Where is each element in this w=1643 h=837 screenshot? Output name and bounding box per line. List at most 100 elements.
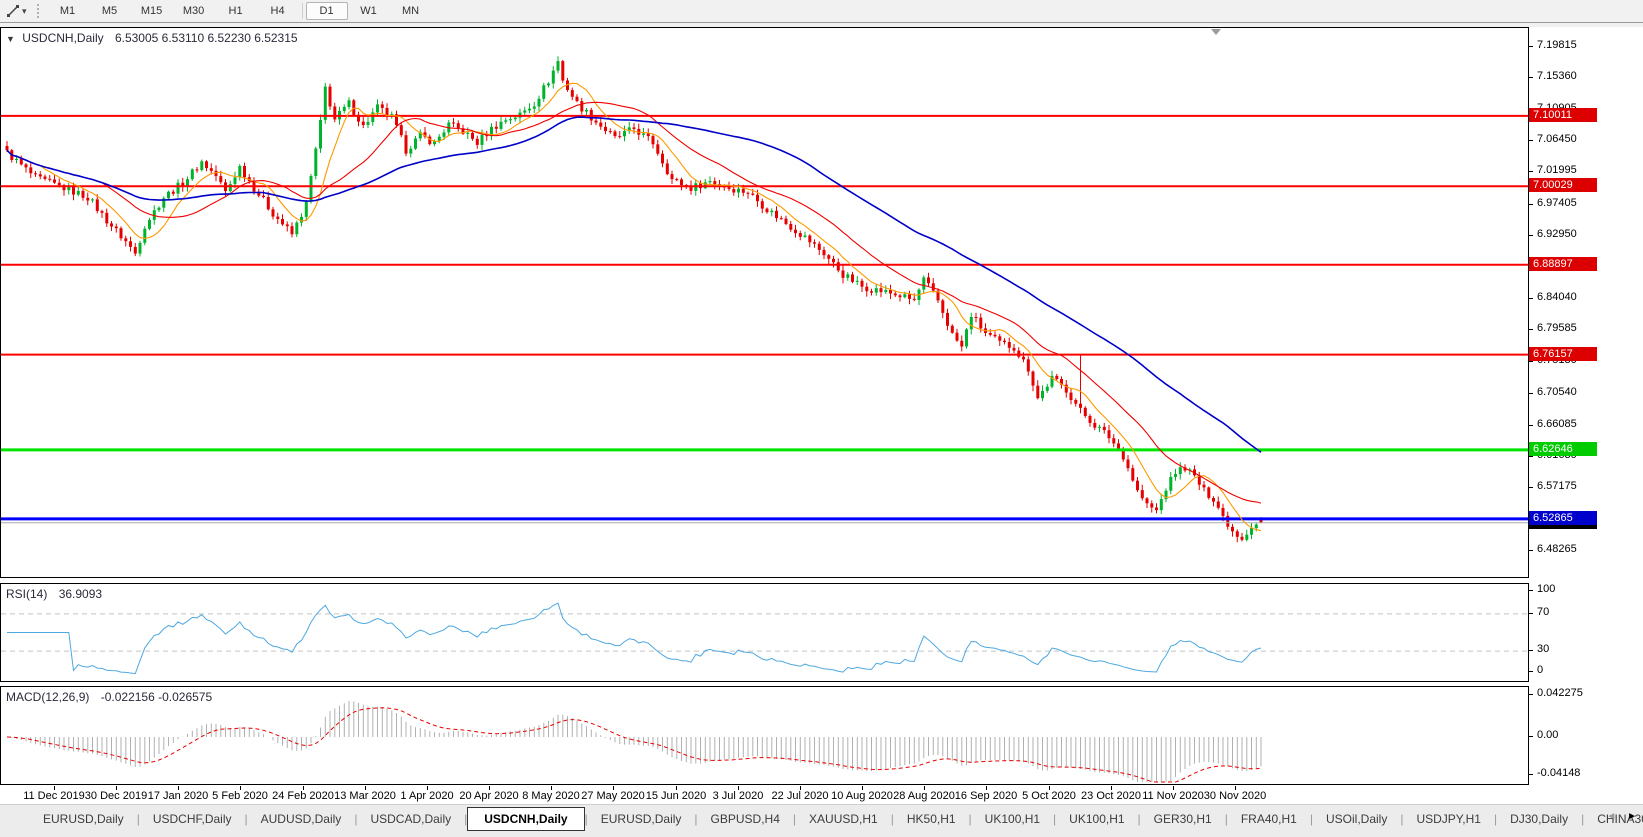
symbol-tab-usdcnh-daily[interactable]: USDCNH,Daily [467,807,584,831]
date-label: 30 Nov 2020 [1204,790,1266,802]
symbol-tab-usdcad-daily[interactable]: USDCAD,Daily [357,808,464,830]
date-label: 17 Jan 2020 [148,790,209,802]
timeframe-button-m1[interactable]: M1 [47,2,89,20]
date-label: 11 Dec 2019 [23,790,85,802]
tab-scroll-right-icon[interactable]: ► [1627,811,1637,822]
crosshair-tool-glyph [6,4,20,18]
macd-title: MACD(12,26,9) -0.022156 -0.026575 [6,690,212,704]
axis-tick-label: 0 [1537,664,1543,676]
axis-tick-label: 0.042275 [1537,687,1583,699]
axis-tick-label: 70 [1537,606,1549,618]
timeframe-button-w1[interactable]: W1 [348,2,390,20]
axis-tick-label: 7.01995 [1537,164,1577,176]
chart-symbol-timeframe: USDCNH,Daily [22,31,103,45]
date-label: 16 Sep 2020 [955,790,1017,802]
mt4-window: ▾ M1M5M15M30H1H4 D1W1MN ▼ USDCNH,Daily 6.… [0,0,1643,837]
ma-line-55 [7,117,1261,452]
timeframe-button-d1[interactable]: D1 [306,2,348,20]
axis-tick-mark [1529,774,1533,775]
price-level-badge: 7.00029 [1529,178,1597,192]
ma-line-21 [7,102,1261,503]
price-level-badge: 6.88897 [1529,257,1597,271]
timeframe-button-h4[interactable]: H4 [257,2,299,20]
axis-tick-mark [1529,46,1533,47]
chart-tab-bar: EURUSD,Daily|USDCHF,Daily|AUDUSD,Daily|U… [0,804,1643,837]
candles-layer [6,56,1263,542]
axis-tick-label: 30 [1537,643,1549,655]
symbol-tab-fra40-h1[interactable]: FRA40,H1 [1228,808,1310,830]
axis-tick-label: 6.97405 [1537,197,1577,209]
axis-tick-mark [1529,235,1533,236]
symbol-tab-eurusd-daily[interactable]: EURUSD,Daily [30,808,137,830]
symbol-tab-gbpusd-h4[interactable]: GBPUSD,H4 [698,808,793,830]
crosshair-tool-icon[interactable] [4,3,22,19]
axis-tick-mark [1529,487,1533,488]
axis-tick-mark [1529,550,1533,551]
axis-tick-mark [1529,204,1533,205]
timeframe-button-m15[interactable]: M15 [131,2,173,20]
chart-context-arrow-icon[interactable]: ▼ [6,34,15,44]
ma-line-8 [7,83,1261,530]
chart-shift-marker[interactable] [1211,29,1221,35]
axis-tick-label: 6.66085 [1537,418,1577,430]
timeframe-button-h1[interactable]: H1 [215,2,257,20]
date-label: 11 Nov 2020 [1142,790,1204,802]
timeframe-buttons: M1M5M15M30H1H4 D1W1MN [47,0,432,22]
symbol-tab-usoil-daily[interactable]: USOil,Daily [1313,808,1400,830]
symbol-tab-uk100-h1[interactable]: UK100,H1 [972,808,1053,830]
date-label: 8 May 2020 [522,790,579,802]
axis-tick-mark [1529,671,1533,672]
macd-panel[interactable]: MACD(12,26,9) -0.022156 -0.026575 [0,686,1529,785]
date-label: 3 Jul 2020 [713,790,764,802]
date-label: 1 Apr 2020 [400,790,453,802]
time-axis[interactable]: 11 Dec 201930 Dec 201917 Jan 20205 Feb 2… [0,786,1643,804]
chart-tabs: EURUSD,Daily|USDCHF,Daily|AUDUSD,Daily|U… [0,807,1643,831]
axis-tick-mark [1529,694,1533,695]
symbol-tab-ger30-h1[interactable]: GER30,H1 [1141,808,1225,830]
price-level-badge: 7.10011 [1529,108,1597,122]
symbol-tab-uk100-h1[interactable]: UK100,H1 [1056,808,1137,830]
date-label: 27 May 2020 [581,790,645,802]
symbol-tab-hk50-h1[interactable]: HK50,H1 [894,808,969,830]
price-chart-panel[interactable]: ▼ USDCNH,Daily 6.53005 6.53110 6.52230 6… [0,27,1529,578]
symbol-tab-usdchf-daily[interactable]: USDCHF,Daily [140,808,245,830]
symbol-tab-audusd-daily[interactable]: AUDUSD,Daily [248,808,355,830]
symbol-tab-eurusd-daily[interactable]: EURUSD,Daily [588,808,695,830]
macd-signal-line [7,708,1261,782]
price-chart-canvas[interactable] [1,28,1528,577]
chevron-down-icon[interactable]: ▾ [22,6,27,17]
axis-tick-mark [1529,77,1533,78]
symbol-tab-xauusd-h1[interactable]: XAUUSD,H1 [796,808,891,830]
axis-tick-mark [1529,613,1533,614]
timeframe-button-m30[interactable]: M30 [173,2,215,20]
top-toolbar: ▾ M1M5M15M30H1H4 D1W1MN [0,0,1643,23]
toolbar-separator [302,3,303,19]
rsi-axis[interactable]: 100 70 30 0 [1529,583,1643,682]
price-level-badge: 6.52865 [1529,511,1597,525]
symbol-tab-usdjpy-h1[interactable]: USDJPY,H1 [1403,808,1493,830]
date-label: 22 Jul 2020 [772,790,829,802]
axis-tick-label: 6.48265 [1537,543,1577,555]
rsi-label: RSI(14) [6,587,47,601]
chart-title: ▼ USDCNH,Daily 6.53005 6.53110 6.52230 6… [6,31,298,45]
toolbar-grip[interactable] [37,4,39,18]
price-axis[interactable]: 7.198157.153607.109057.064507.019956.974… [1529,27,1643,578]
axis-tick-mark [1529,393,1533,394]
date-label: 24 Feb 2020 [272,790,334,802]
macd-values: -0.022156 -0.026575 [101,690,212,704]
axis-tick-label: 100 [1537,583,1555,595]
chart-ohlc-values: 6.53005 6.53110 6.52230 6.52315 [115,31,298,45]
rsi-panel[interactable]: RSI(14) 36.9093 [0,583,1529,682]
timeframe-button-mn[interactable]: MN [390,2,432,20]
date-label: 28 Aug 2020 [893,790,955,802]
axis-tick-label: 0.00 [1537,729,1558,741]
tab-scroll-left-icon[interactable]: ◄ [1606,811,1616,822]
timeframe-button-m5[interactable]: M5 [89,2,131,20]
axis-tick-label: 6.92950 [1537,228,1577,240]
macd-axis[interactable]: 0.0422750.00-0.04148 [1529,686,1643,785]
macd-label: MACD(12,26,9) [6,690,89,704]
symbol-tab-dj30-daily[interactable]: DJ30,Daily [1497,808,1581,830]
macd-canvas[interactable] [1,687,1528,784]
rsi-canvas[interactable] [1,584,1528,681]
axis-tick-label: 7.19815 [1537,39,1577,51]
